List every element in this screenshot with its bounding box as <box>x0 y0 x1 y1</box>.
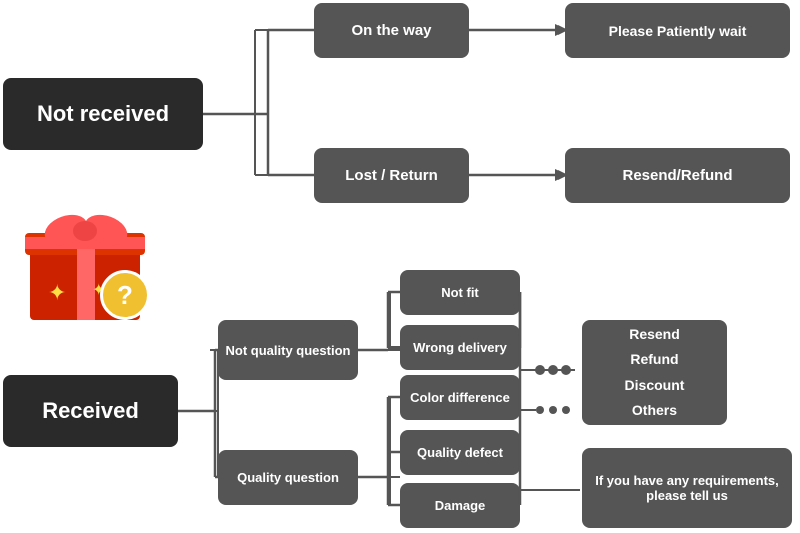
received-box: Received <box>3 375 178 447</box>
damage-box: Damage <box>400 483 520 528</box>
question-badge: ? <box>100 270 150 320</box>
wrong-delivery-box: Wrong delivery <box>400 325 520 370</box>
svg-text:✦: ✦ <box>48 280 66 305</box>
quality-defect-box: Quality defect <box>400 430 520 475</box>
resend-label: Resend Refund Discount Others <box>625 322 685 423</box>
not-received-box: Not received <box>3 78 203 150</box>
if-requirements-box: If you have any requirements, please tel… <box>582 448 792 528</box>
not-quality-box: Not quality question <box>218 320 358 380</box>
resend-options-box: Resend Refund Discount Others <box>582 320 727 425</box>
diagram: Not received On the way Please Patiently… <box>0 0 800 533</box>
quality-question-box: Quality question <box>218 450 358 505</box>
on-the-way-box: On the way <box>314 3 469 58</box>
requirements-label: If you have any requirements, please tel… <box>590 473 784 503</box>
not-fit-box: Not fit <box>400 270 520 315</box>
lost-return-box: Lost / Return <box>314 148 469 203</box>
color-difference-box: Color difference <box>400 375 520 420</box>
please-wait-box: Please Patiently wait <box>565 3 790 58</box>
resend-refund-top-box: Resend/Refund <box>565 148 790 203</box>
